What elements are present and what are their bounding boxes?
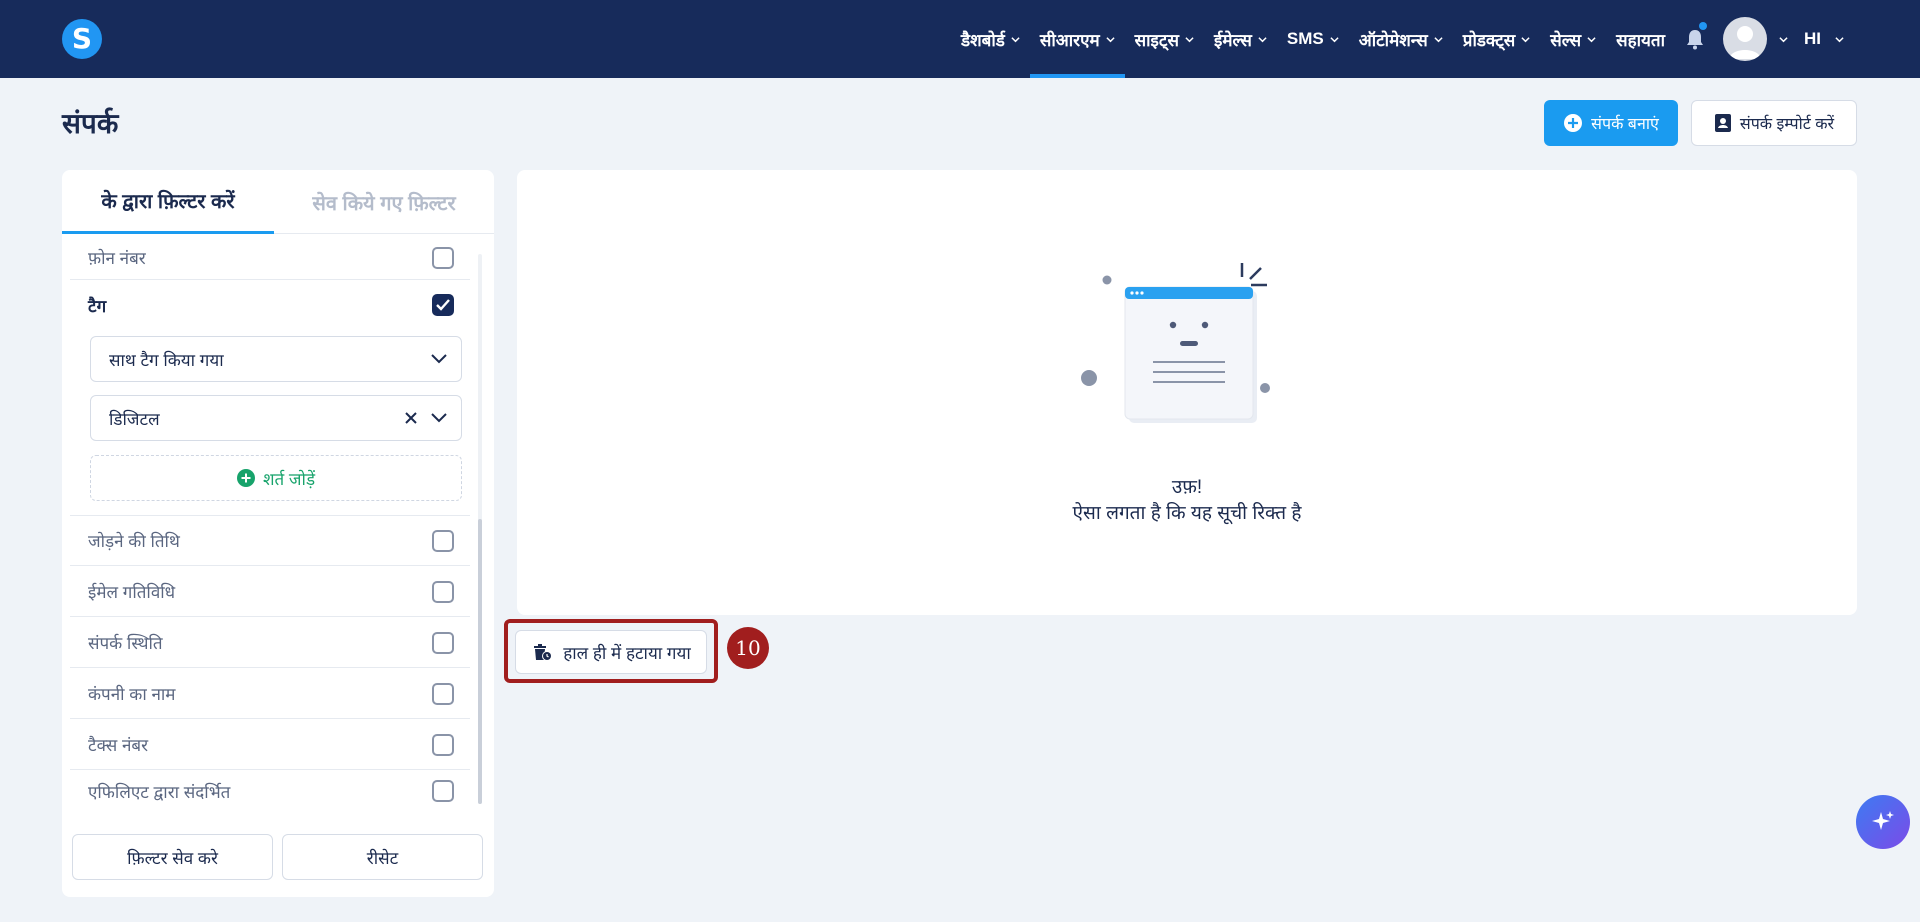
- filter-label: ईमेल गतिविधि: [88, 583, 176, 602]
- import-contacts-button[interactable]: संपर्क इम्पोर्ट करें: [1691, 100, 1857, 146]
- chevron-down-icon: [1779, 36, 1788, 42]
- chevron-down-icon: [1587, 36, 1596, 42]
- filter-panel: के द्वारा फ़िल्टर करें सेव किये गए फ़िल्…: [62, 170, 494, 897]
- nav-label: सीआरएम: [1039, 30, 1100, 50]
- nav-label: प्रोडक्ट्स: [1462, 30, 1516, 50]
- ai-assistant-button[interactable]: [1856, 795, 1910, 849]
- language-selector[interactable]: HI: [1794, 0, 1854, 78]
- filter-row-company-name[interactable]: कंपनी का नाम: [70, 669, 470, 719]
- chevron-down-icon: [1185, 36, 1194, 42]
- filter-label: एफिलिएट द्वारा संदर्भित: [88, 782, 231, 802]
- filter-label: टैक्स नंबर: [88, 736, 149, 755]
- nav-item-help[interactable]: सहायता: [1606, 0, 1675, 78]
- chevron-down-icon: [1835, 36, 1844, 42]
- filter-tabs: के द्वारा फ़िल्टर करें सेव किये गए फ़िल्…: [62, 170, 494, 234]
- app-logo[interactable]: S: [62, 19, 102, 59]
- filter-row-tax-number[interactable]: टैक्स नंबर: [70, 720, 470, 770]
- nav-label: ऑटोमेशन्स: [1358, 30, 1428, 50]
- nav-label: डैशबोर्ड: [960, 30, 1005, 50]
- checkbox[interactable]: [432, 580, 454, 603]
- page-title: संपर्क: [62, 108, 119, 139]
- notifications-button[interactable]: [1675, 0, 1715, 78]
- chevron-down-icon: [1258, 36, 1267, 42]
- empty-list-illustration: [1081, 263, 1270, 423]
- filter-row-added-date[interactable]: जोड़ने की तिथि: [70, 516, 470, 566]
- plus-circle-icon: [1564, 114, 1583, 132]
- select-value: साथ टैग किया गया: [109, 350, 224, 370]
- step-number-badge: 10: [727, 627, 769, 669]
- checkbox-checked[interactable]: [432, 294, 454, 316]
- filter-row-contact-status[interactable]: संपर्क स्थिति: [70, 618, 470, 668]
- checkbox[interactable]: [432, 631, 454, 654]
- check-icon: [436, 299, 450, 311]
- filter-row-tag[interactable]: टैग: [70, 280, 470, 330]
- create-contact-button[interactable]: संपर्क बनाएं: [1544, 100, 1678, 146]
- checkbox[interactable]: [432, 733, 454, 756]
- sparkle-icon: [1872, 811, 1894, 830]
- tag-condition-select[interactable]: साथ टैग किया गया: [90, 336, 462, 382]
- nav-label: SMS: [1286, 29, 1324, 48]
- chevron-down-icon[interactable]: [431, 413, 447, 423]
- select-controls: [405, 412, 447, 424]
- nav-item-sms[interactable]: SMS: [1277, 0, 1349, 78]
- chevron-down-icon: [1521, 36, 1530, 42]
- filter-row-email-activity[interactable]: ईमेल गतिविधि: [70, 567, 470, 617]
- plus-circle-icon: [236, 469, 255, 487]
- user-icon: [1729, 26, 1761, 59]
- import-contacts-label: संपर्क इम्पोर्ट करें: [1739, 116, 1835, 133]
- filter-row-affiliate[interactable]: एफिलिएट द्वारा संदर्भित: [70, 771, 470, 811]
- nav-item-dashboard[interactable]: डैशबोर्ड: [951, 0, 1030, 78]
- reset-button[interactable]: रीसेट: [282, 834, 483, 880]
- avatar[interactable]: [1723, 17, 1767, 61]
- nav-label: साइट्स: [1134, 30, 1179, 50]
- checkbox[interactable]: [432, 529, 454, 552]
- filter-label: संपर्क स्थिति: [88, 634, 163, 653]
- nav-item-sites[interactable]: साइट्स: [1125, 0, 1204, 78]
- filter-label: कंपनी का नाम: [88, 685, 176, 704]
- checkbox[interactable]: [432, 246, 454, 269]
- avatar-menu-toggle[interactable]: [1767, 0, 1794, 78]
- empty-state-message: ऐसा लगता है कि यह सूची रिक्त है: [1072, 503, 1302, 524]
- recently-deleted-label: हाल ही में हटाया गया: [563, 643, 691, 663]
- chevron-down-icon: [1011, 36, 1020, 42]
- add-condition-button[interactable]: शर्त जोड़ें: [90, 455, 462, 501]
- tab-saved-filters[interactable]: सेव किये गए फ़िल्टर: [274, 170, 494, 234]
- filter-label: फ़ोन नंबर: [88, 249, 146, 268]
- chevron-down-icon: [431, 354, 447, 364]
- notification-dot: [1699, 22, 1707, 30]
- nav-label: ईमेल्स: [1213, 30, 1252, 50]
- language-label: HI: [1804, 29, 1821, 48]
- checkbox[interactable]: [432, 780, 454, 802]
- nav-menu: डैशबोर्ड सीआरएम साइट्स ईमेल्स SMS ऑटोमेश…: [951, 0, 1854, 78]
- nav-item-crm[interactable]: सीआरएम: [1029, 0, 1125, 78]
- chevron-down-icon: [1434, 36, 1443, 42]
- chevron-down-icon: [1106, 36, 1115, 42]
- nav-item-automations[interactable]: ऑटोमेशन्स: [1349, 0, 1453, 78]
- checkbox[interactable]: [432, 682, 454, 705]
- nav-item-products[interactable]: प्रोडक्ट्स: [1453, 0, 1541, 78]
- recently-deleted-button[interactable]: हाल ही में हटाया गया: [515, 630, 707, 674]
- save-filter-button[interactable]: फ़िल्टर सेव करे: [72, 834, 273, 880]
- chevron-down-icon: [1330, 36, 1339, 42]
- top-navigation: S डैशबोर्ड सीआरएम साइट्स ईमेल्स SMS ऑटोम…: [0, 0, 1920, 78]
- contact-book-icon: [1714, 114, 1731, 132]
- create-contact-label: संपर्क बनाएं: [1591, 116, 1659, 133]
- select-value: डिजिटल: [109, 409, 160, 429]
- scrollbar-thumb[interactable]: [478, 519, 482, 804]
- trash-clock-icon: [534, 644, 553, 661]
- nav-label: सेल्स: [1550, 30, 1582, 50]
- contacts-list-card: उफ़! ऐसा लगता है कि यह सूची रिक्त है: [517, 170, 1857, 615]
- bell-icon: [1687, 30, 1703, 50]
- nav-item-sales[interactable]: सेल्स: [1540, 0, 1606, 78]
- filter-label: टैग: [88, 296, 107, 316]
- empty-state-title: उफ़!: [1171, 477, 1203, 498]
- filter-label: जोड़ने की तिथि: [88, 532, 180, 551]
- tab-filter-by[interactable]: के द्वारा फ़िल्टर करें: [62, 170, 274, 234]
- tag-value-select[interactable]: डिजिटल: [90, 395, 462, 441]
- filter-row-phone[interactable]: फ़ोन नंबर: [70, 246, 470, 280]
- close-icon[interactable]: [405, 412, 417, 424]
- nav-item-emails[interactable]: ईमेल्स: [1204, 0, 1277, 78]
- add-condition-label: शर्त जोड़ें: [262, 469, 316, 489]
